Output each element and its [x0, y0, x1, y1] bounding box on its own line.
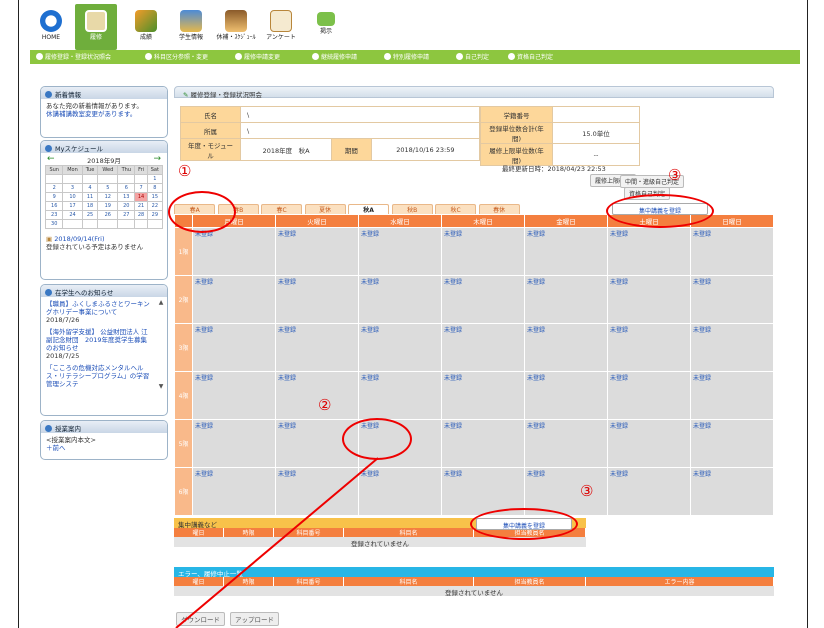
- annotation-arrow: [175, 457, 379, 628]
